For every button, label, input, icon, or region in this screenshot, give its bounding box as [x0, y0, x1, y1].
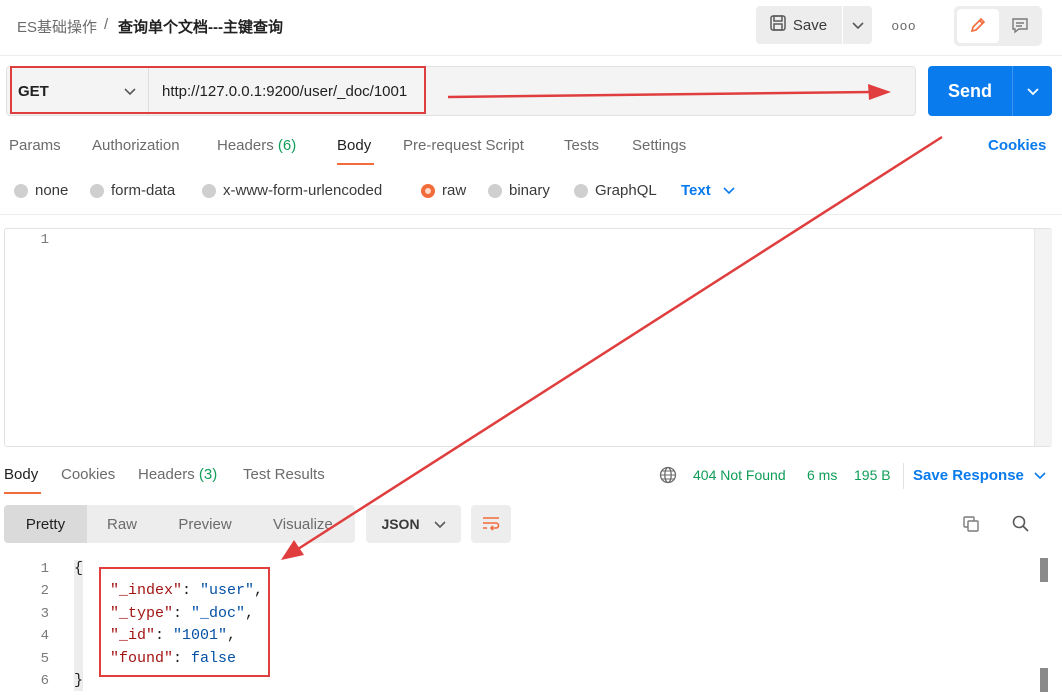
- tab-params[interactable]: Params: [9, 137, 61, 154]
- tab-tests[interactable]: Tests: [564, 137, 599, 154]
- request-editor-scrollbar[interactable]: [1034, 229, 1052, 446]
- response-size[interactable]: 195 B: [854, 467, 891, 483]
- save-response-label: Save Response: [913, 467, 1024, 484]
- radio-circle: [14, 183, 28, 198]
- radio-binary-label: binary: [509, 182, 550, 199]
- radio-raw-label: raw: [442, 182, 467, 199]
- chevron-down-icon: [723, 182, 735, 199]
- radio-binary[interactable]: binary: [488, 182, 550, 199]
- radio-circle: [574, 183, 588, 198]
- tab-body[interactable]: Body: [337, 137, 371, 154]
- radio-circle: [488, 183, 502, 198]
- pencil-icon: [969, 16, 987, 37]
- view-tab-pretty[interactable]: Pretty: [4, 505, 87, 543]
- tab-headers-count: (6): [277, 137, 297, 154]
- response-line-number: 1: [40, 561, 49, 577]
- search-icon[interactable]: [1011, 514, 1031, 537]
- active-tab-indicator: [337, 163, 374, 165]
- response-line-number: 3: [40, 606, 49, 622]
- response-tab-test-results[interactable]: Test Results: [243, 466, 325, 483]
- mode-toggle: [954, 6, 1042, 46]
- editor-line-number: 1: [40, 232, 49, 248]
- radio-circle-selected: [421, 183, 435, 198]
- breadcrumb-parent[interactable]: ES基础操作: [17, 16, 97, 37]
- copy-icon[interactable]: [961, 514, 981, 537]
- response-line-number: 4: [40, 628, 49, 644]
- request-body-editor[interactable]: [4, 228, 1052, 447]
- response-line-number: 2: [40, 583, 49, 599]
- radio-form-data-label: form-data: [111, 182, 176, 199]
- view-tab-raw[interactable]: Raw: [87, 505, 157, 543]
- tab-headers-label: Headers: [217, 137, 274, 154]
- radio-form-data[interactable]: form-data: [90, 182, 175, 199]
- more-options-button[interactable]: ooo: [890, 14, 918, 36]
- response-scrollbar-top[interactable]: [1040, 558, 1048, 582]
- response-tab-cookies[interactable]: Cookies: [61, 466, 115, 483]
- request-title[interactable]: 查询单个文档---主键查询: [118, 16, 283, 37]
- raw-format-value: Text: [681, 182, 711, 199]
- annotation-box-request: [10, 66, 426, 114]
- radio-circle: [90, 183, 104, 198]
- radio-raw[interactable]: raw: [421, 182, 466, 199]
- radio-urlencoded-label: x-www-form-urlencoded: [223, 182, 383, 199]
- chevron-down-icon: [1027, 83, 1039, 99]
- annotation-box-response: [99, 567, 270, 677]
- json-open-brace: {: [74, 560, 84, 577]
- radio-graphql[interactable]: GraphQL: [574, 182, 657, 199]
- response-format-select[interactable]: JSON: [366, 505, 461, 543]
- chevron-down-icon: [433, 516, 446, 532]
- text-wrap-icon: [481, 515, 501, 534]
- response-scrollbar-bottom[interactable]: [1040, 668, 1048, 692]
- tab-prerequest-script[interactable]: Pre-request Script: [403, 137, 524, 154]
- save-dropdown-button[interactable]: [842, 6, 873, 44]
- send-dropdown-button[interactable]: [1012, 66, 1053, 116]
- radio-urlencoded[interactable]: x-www-form-urlencoded: [202, 182, 382, 199]
- wrap-lines-button[interactable]: [471, 505, 511, 543]
- comments-button[interactable]: [999, 9, 1041, 43]
- send-button-group: Send: [928, 66, 1052, 116]
- radio-graphql-label: GraphQL: [595, 182, 657, 199]
- save-label: Save: [792, 16, 828, 34]
- save-button[interactable]: Save: [756, 6, 840, 44]
- more-horizontal-icon: ooo: [891, 17, 917, 33]
- response-tab-body[interactable]: Body: [4, 466, 38, 483]
- radio-none[interactable]: none: [14, 182, 68, 199]
- response-tab-headers-count: (3): [198, 466, 218, 483]
- cookies-link[interactable]: Cookies: [988, 137, 1046, 154]
- send-button[interactable]: Send: [928, 66, 1012, 116]
- save-response-button[interactable]: Save Response: [913, 467, 1046, 484]
- view-tab-preview[interactable]: Preview: [157, 505, 253, 543]
- view-tab-visualize[interactable]: Visualize: [253, 505, 355, 543]
- response-view-tabs: Pretty Raw Preview Visualize: [4, 505, 355, 543]
- response-time[interactable]: 6 ms: [807, 467, 837, 483]
- chevron-down-icon: [1034, 467, 1046, 484]
- response-format-value: JSON: [381, 516, 420, 532]
- header-divider: [0, 55, 1062, 56]
- response-tab-headers-label: Headers: [138, 466, 195, 483]
- json-close-brace: }: [74, 672, 84, 689]
- breadcrumb-separator: /: [104, 16, 109, 33]
- tab-headers[interactable]: Headers (6): [217, 137, 296, 154]
- response-tab-headers[interactable]: Headers (3): [138, 466, 217, 483]
- tab-settings[interactable]: Settings: [632, 137, 686, 154]
- status-divider: [903, 463, 904, 489]
- body-type-divider: [0, 214, 1062, 215]
- tab-authorization[interactable]: Authorization: [92, 137, 180, 154]
- response-line-number: 6: [40, 673, 49, 689]
- response-line-number: 5: [40, 651, 49, 667]
- chevron-down-icon: [852, 17, 864, 33]
- globe-icon[interactable]: [659, 466, 677, 487]
- response-active-tab-indicator: [4, 492, 41, 494]
- comment-icon: [1011, 16, 1029, 37]
- raw-format-select[interactable]: Text: [681, 182, 735, 199]
- edit-mode-button[interactable]: [957, 9, 999, 43]
- save-button-group: Save: [756, 6, 872, 44]
- floppy-disk-icon: [769, 14, 787, 36]
- radio-none-label: none: [35, 182, 69, 199]
- radio-circle: [202, 183, 216, 198]
- response-status-code[interactable]: 404 Not Found: [693, 467, 786, 483]
